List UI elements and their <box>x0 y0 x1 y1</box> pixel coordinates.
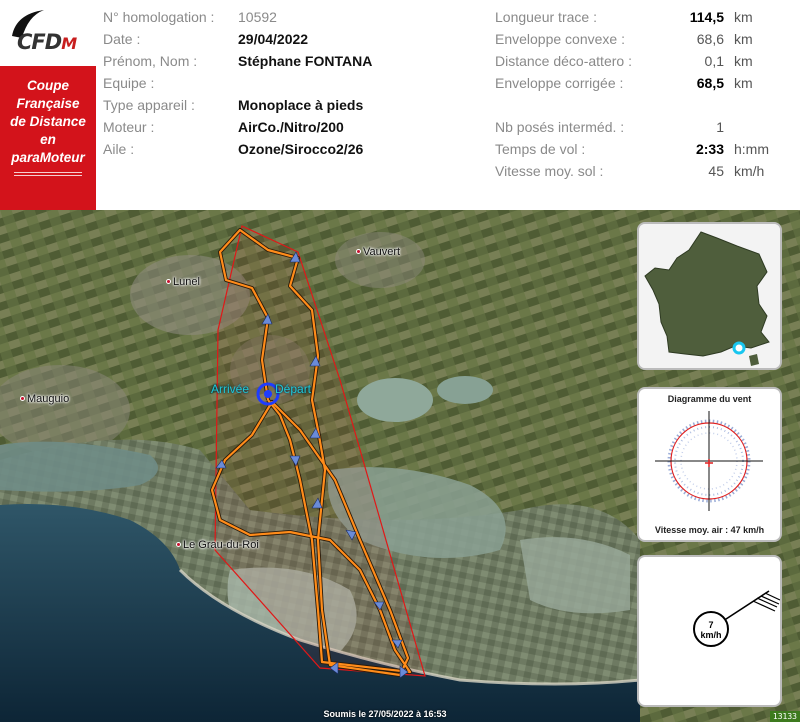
flight-location-marker <box>732 341 746 355</box>
wind-diagram-panel: Diagramme du vent Vitesse moy. air : 47 … <box>637 387 782 542</box>
wing-value: Ozone/Sirocco2/26 <box>238 141 364 157</box>
submission-footer: Soumis le 27/05/2022 à 16:53 <box>323 709 447 719</box>
name-label: Prénom, Nom : <box>103 53 198 69</box>
intermediate-landings-value: 1 <box>716 119 724 135</box>
engine-value: AirCo./Nitro/200 <box>238 119 344 135</box>
wind-speed-value: 7 km/h <box>700 620 722 640</box>
header: CFDM Coupe Française de Distance en para… <box>0 0 800 210</box>
convex-hull-unit: km <box>734 31 753 47</box>
takeoff-landing-label: Distance déco-attero : <box>495 53 632 69</box>
cup-title-line: Française <box>16 96 80 111</box>
cup-title-line: en <box>40 132 56 147</box>
date-value: 29/04/2022 <box>238 31 309 47</box>
takeoff-landing-value: 0,1 <box>704 53 724 69</box>
convex-hull-label: Enveloppe convexe : <box>495 31 625 47</box>
homologation-value: 10592 <box>238 9 277 25</box>
convex-hull-value: 68,6 <box>696 31 724 47</box>
town-marker-icon <box>166 279 171 284</box>
cup-title-line: Coupe <box>27 78 69 93</box>
logo-text: CFD <box>17 30 62 54</box>
divider <box>14 175 82 176</box>
aircraft-type-label: Type appareil : <box>103 97 195 113</box>
name-value: Stéphane FONTANA <box>238 53 373 69</box>
corrected-hull-label: Enveloppe corrigée : <box>495 75 624 91</box>
town-mauguio: Mauguio <box>20 393 69 405</box>
logo-accent: M <box>61 34 77 53</box>
engine-label: Moteur : <box>103 119 155 135</box>
town-marker-icon <box>176 542 181 547</box>
ground-speed-label: Vitesse moy. sol : <box>495 163 604 179</box>
cup-title-line: de Distance <box>10 114 86 129</box>
cup-title-line: paraMoteur <box>11 150 85 165</box>
france-map-icon <box>639 224 780 368</box>
cfdm-logo: CFDM <box>0 0 96 64</box>
flight-map[interactable]: Vauvert Lunel Mauguio Le Grau-du-Roi Arr… <box>0 210 800 722</box>
track-length-value: 114,5 <box>689 9 724 25</box>
town-marker-icon <box>356 249 361 254</box>
ground-speed-unit: km/h <box>734 163 765 179</box>
flight-time-label: Temps de vol : <box>495 141 586 157</box>
aircraft-type-value: Monoplace à pieds <box>238 97 364 113</box>
ground-speed-value: 45 <box>708 163 724 179</box>
track-length-unit: km <box>734 9 753 25</box>
divider <box>14 172 82 173</box>
track-length-label: Longueur trace : <box>495 9 597 25</box>
takeoff-landing-unit: km <box>734 53 753 69</box>
team-label: Equipe : <box>103 75 155 91</box>
flight-time-value: 2:33 <box>695 141 724 157</box>
wind-speed-panel: 7 km/h <box>637 555 782 707</box>
arrival-label: Arrivée <box>211 382 250 396</box>
france-locator-panel <box>637 222 782 370</box>
town-vauvert: Vauvert <box>356 246 400 258</box>
departure-label: Départ <box>275 382 312 396</box>
homologation-label: N° homologation : <box>103 9 215 25</box>
intermediate-landings-label: Nb posés interméd. : <box>495 119 625 135</box>
flight-time-unit: h:mm <box>734 141 769 157</box>
corrected-hull-value: 68,5 <box>696 75 724 91</box>
date-label: Date : <box>103 31 141 47</box>
wing-label: Aile : <box>103 141 135 157</box>
tile-id-badge: 13133 <box>769 711 800 722</box>
wind-polar-chart <box>655 411 763 511</box>
town-lunel: Lunel <box>166 276 200 288</box>
cup-title-box: Coupe Française de Distance en paraMoteu… <box>0 66 96 210</box>
town-marker-icon <box>20 396 25 401</box>
wind-diagram-title: Diagramme du vent <box>667 394 752 404</box>
wind-diagram-caption: Vitesse moy. air : 47 km/h <box>654 525 765 535</box>
corrected-hull-unit: km <box>734 75 753 91</box>
town-grau-du-roi: Le Grau-du-Roi <box>176 539 259 551</box>
